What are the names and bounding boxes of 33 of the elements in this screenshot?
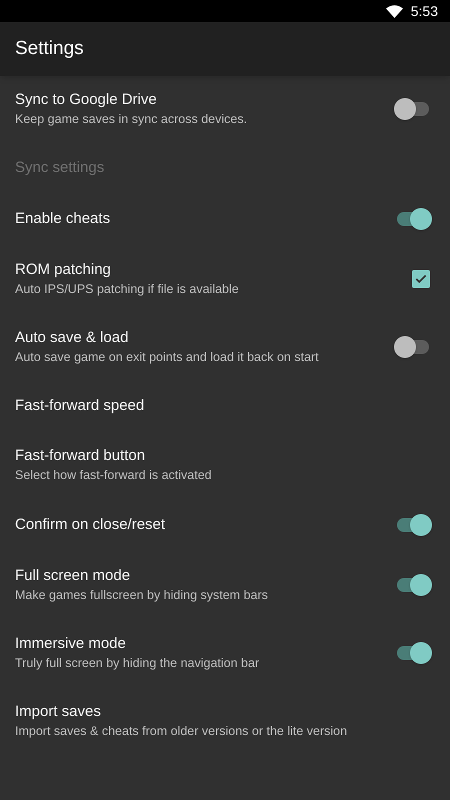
settings-row[interactable]: Fast-forward button Select how fast-forward is activated bbox=[0, 432, 450, 500]
settings-row[interactable]: Confirm on close/reset bbox=[0, 500, 450, 552]
setting-title: Fast-forward button bbox=[15, 446, 146, 466]
settings-row[interactable]: Enable cheats bbox=[0, 194, 450, 246]
settings-row[interactable]: Full screen mode Make games fullscreen by hiding system bars bbox=[0, 552, 450, 620]
toolbar-title: Settings bbox=[15, 36, 84, 61]
settings-row[interactable]: Fast-forward speed bbox=[0, 382, 450, 432]
settings-row[interactable]: Sync to Google Drive Keep game saves in sync across devices. bbox=[0, 76, 450, 144]
setting-summary: Auto save game on exit points and load it back on start bbox=[15, 349, 320, 366]
wifi-icon bbox=[386, 4, 403, 18]
setting-summary: Select how fast-forward is activated bbox=[15, 467, 213, 484]
setting-summary: Import saves & cheats from older versions or the lite version bbox=[15, 723, 348, 740]
setting-title: Sync to Google Drive bbox=[15, 90, 158, 110]
setting-title: Auto save & load bbox=[15, 328, 130, 348]
checkbox[interactable] bbox=[412, 270, 430, 288]
setting-summary: Truly full screen by hiding the navigation bar bbox=[15, 655, 260, 672]
section-header: Sync settings bbox=[15, 159, 104, 176]
check-icon bbox=[414, 272, 428, 286]
settings-row[interactable]: ROM patching Auto IPS/UPS patching if file is available bbox=[0, 246, 450, 314]
setting-summary: Auto IPS/UPS patching if file is available bbox=[15, 281, 240, 298]
setting-title: Immersive mode bbox=[15, 634, 127, 654]
setting-summary: Keep game saves in sync across devices. bbox=[15, 111, 248, 128]
clock-time: 5:53 bbox=[410, 2, 438, 20]
settings-row[interactable]: Auto save & load Auto save game on exit points and load it back on start bbox=[0, 314, 450, 382]
setting-title: Import saves bbox=[15, 702, 102, 722]
setting-title: ROM patching bbox=[15, 260, 112, 280]
settings-row[interactable]: Immersive mode Truly full screen by hiding the navigation bar bbox=[0, 620, 450, 688]
setting-title: Full screen mode bbox=[15, 566, 132, 586]
setting-title: Enable cheats bbox=[15, 209, 112, 229]
setting-title: Fast-forward speed bbox=[15, 396, 146, 416]
setting-title: Confirm on close/reset bbox=[15, 515, 166, 535]
setting-summary: Make games fullscreen by hiding system bars bbox=[15, 587, 269, 604]
settings-row[interactable]: Import saves Import saves & cheats from older versions or the lite version bbox=[0, 688, 450, 756]
